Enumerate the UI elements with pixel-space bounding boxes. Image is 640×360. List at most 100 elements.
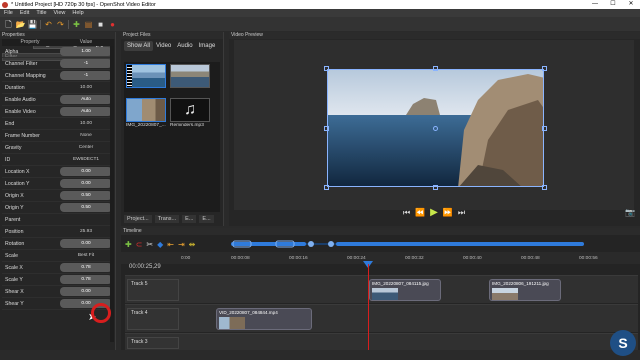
property-value[interactable]: 0.00 xyxy=(60,287,112,296)
play-icon[interactable]: ▶ xyxy=(430,207,438,218)
rewind-icon[interactable]: ⏪ xyxy=(415,208,425,217)
property-row[interactable]: End 10.00 xyxy=(2,118,114,130)
export-video-icon[interactable]: ● xyxy=(108,20,117,29)
property-value[interactable]: 25.93 xyxy=(60,227,112,236)
property-value[interactable]: Best Fit xyxy=(60,251,112,260)
track-5[interactable]: Track 5 IMG_20220807_084115.jpg IMG_2022… xyxy=(125,275,638,303)
property-value[interactable]: 0.00 xyxy=(60,239,112,248)
timeline-clip[interactable]: IMG_20220806_191211.jpg xyxy=(489,279,561,301)
track-3[interactable]: Track 3 xyxy=(125,333,638,350)
property-value[interactable]: 0.78 xyxy=(60,275,112,284)
property-row[interactable]: Channel Filter -1 xyxy=(2,58,114,70)
profile-icon[interactable]: ▤ xyxy=(84,20,93,29)
property-value[interactable]: Auto xyxy=(60,95,112,104)
snapping-icon[interactable]: ⊂ xyxy=(136,240,143,249)
transform-handle[interactable] xyxy=(324,185,329,190)
camera-icon[interactable]: 📷 xyxy=(625,208,635,217)
property-value[interactable]: 0.00 xyxy=(60,167,112,176)
property-value[interactable]: 10.00 xyxy=(60,83,112,92)
track-4[interactable]: Track 4 VID_20220807_084844.mp4 xyxy=(125,304,638,332)
menu-help[interactable]: Help xyxy=(72,10,83,16)
menu-file[interactable]: File xyxy=(4,10,13,16)
property-row[interactable]: Origin X 0.50 xyxy=(2,190,114,202)
property-row[interactable]: Alpha 1.00 xyxy=(2,46,114,58)
fullscreen-icon[interactable]: ■ xyxy=(96,20,105,29)
property-value[interactable]: Center xyxy=(60,143,112,152)
undo-icon[interactable]: ↶ xyxy=(44,20,53,29)
menu-view[interactable]: View xyxy=(54,10,66,16)
property-row[interactable]: Frame Number None xyxy=(2,130,114,142)
transform-handle[interactable] xyxy=(433,185,438,190)
previous-marker-icon[interactable]: ⇤ xyxy=(167,240,174,249)
tab-image[interactable]: Image xyxy=(196,41,219,51)
transform-handle[interactable] xyxy=(324,126,329,131)
property-row[interactable]: Duration 10.00 xyxy=(2,82,114,94)
jump-end-icon[interactable]: ⏭ xyxy=(458,208,465,218)
transform-handle[interactable] xyxy=(433,66,438,71)
property-value[interactable]: 0.50 xyxy=(60,191,112,200)
property-value[interactable]: 1.00 xyxy=(60,47,112,56)
transform-handle[interactable] xyxy=(542,185,547,190)
property-row[interactable]: Origin Y 0.50 xyxy=(2,202,114,214)
property-row[interactable]: Channel Mapping -1 xyxy=(2,70,114,82)
menu-title[interactable]: Title xyxy=(36,10,46,16)
tab-effects[interactable]: E... xyxy=(182,215,197,223)
property-row[interactable]: Scale X 0.78 xyxy=(2,262,114,274)
property-row[interactable]: Position 25.93 xyxy=(2,226,114,238)
new-project-icon[interactable]: 🗋 xyxy=(4,20,13,29)
file-item[interactable] xyxy=(126,64,168,89)
property-row[interactable]: ID EW6DECT1 xyxy=(2,154,114,166)
file-item[interactable] xyxy=(170,64,212,89)
jump-start-icon[interactable]: ⏮ xyxy=(403,208,410,218)
property-value[interactable]: EW6DECT1 xyxy=(60,155,112,164)
property-row[interactable]: Rotation 0.00 xyxy=(2,238,114,250)
file-item[interactable]: IMG_20220807_... xyxy=(126,98,168,128)
menu-edit[interactable]: Edit xyxy=(20,10,29,16)
add-marker-icon[interactable]: ◆ xyxy=(157,240,163,249)
property-value[interactable]: Auto xyxy=(60,107,112,116)
save-project-icon[interactable]: 💾 xyxy=(28,20,38,29)
close-button[interactable]: ✕ xyxy=(622,0,640,9)
property-value[interactable]: 10.00 xyxy=(60,119,112,128)
property-row[interactable]: Enable Audio Auto xyxy=(2,94,114,106)
tab-video[interactable]: Video xyxy=(153,41,174,51)
property-row[interactable]: Scale Y 0.78 xyxy=(2,274,114,286)
playhead-line[interactable] xyxy=(368,264,369,350)
open-project-icon[interactable]: 📂 xyxy=(16,20,26,29)
minimize-button[interactable]: — xyxy=(586,0,604,9)
preview-canvas[interactable] xyxy=(234,40,634,210)
property-row[interactable]: Scale Best Fit xyxy=(2,250,114,262)
timeline-clip[interactable]: IMG_20220807_084115.jpg xyxy=(369,279,441,301)
property-row[interactable]: Parent xyxy=(2,214,114,226)
file-item[interactable]: ♫ Reminders.mp3 xyxy=(170,98,212,128)
fast-forward-icon[interactable]: ⏩ xyxy=(443,208,453,217)
center-playhead-icon[interactable]: ⇹ xyxy=(189,240,196,249)
property-row[interactable]: Location X 0.00 xyxy=(2,166,114,178)
import-files-icon[interactable]: ✚ xyxy=(72,20,81,29)
tab-project-files[interactable]: Project... xyxy=(124,215,152,223)
property-value[interactable]: 0.78 xyxy=(60,263,112,272)
transform-handle[interactable] xyxy=(542,66,547,71)
property-value[interactable]: -1 xyxy=(60,59,112,68)
redo-icon[interactable]: ↷ xyxy=(56,20,65,29)
tab-transitions[interactable]: Trans... xyxy=(154,215,180,223)
property-row[interactable]: Shear X 0.00 xyxy=(2,286,114,298)
properties-scrollbar[interactable] xyxy=(110,46,114,342)
property-row[interactable]: Location Y 0.00 xyxy=(2,178,114,190)
tab-show-all[interactable]: Show All xyxy=(124,40,154,51)
property-value[interactable]: None xyxy=(60,131,112,140)
property-row[interactable]: Enable Video Auto xyxy=(2,106,114,118)
transform-handle[interactable] xyxy=(542,126,547,131)
origin-handle[interactable] xyxy=(433,126,438,131)
property-value[interactable] xyxy=(60,215,112,224)
timeline-ruler[interactable] xyxy=(121,252,640,264)
next-marker-icon[interactable]: ⇥ xyxy=(178,240,185,249)
property-row[interactable]: Gravity Center xyxy=(2,142,114,154)
tab-emojis[interactable]: E... xyxy=(199,215,214,223)
property-value[interactable]: 0.00 xyxy=(60,179,112,188)
add-track-icon[interactable]: ✚ xyxy=(125,240,132,249)
razor-icon[interactable]: ✂ xyxy=(146,240,153,249)
timeline-zoom-slider[interactable] xyxy=(231,240,584,248)
tab-audio[interactable]: Audio xyxy=(174,41,195,51)
timeline-clip[interactable]: VID_20220807_084844.mp4 xyxy=(216,308,312,330)
